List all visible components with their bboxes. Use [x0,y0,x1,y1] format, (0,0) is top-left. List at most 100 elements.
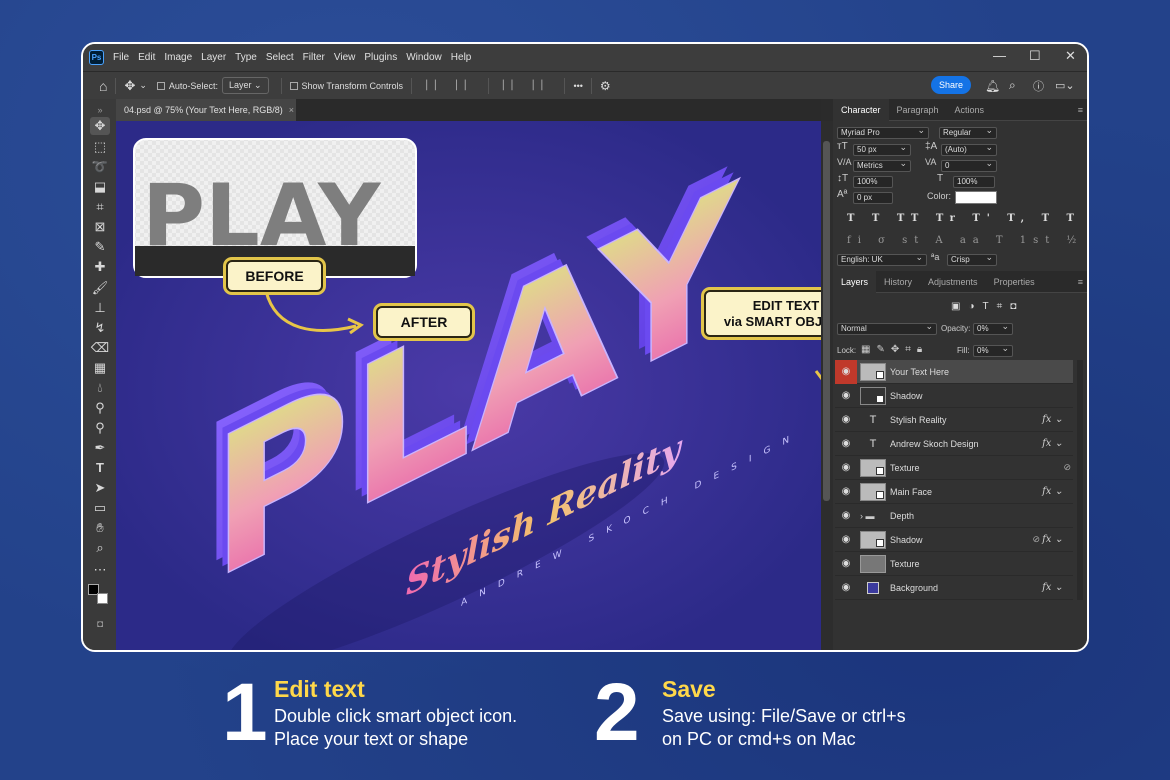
opentype-buttons[interactable]: fi σ st A aa T 1st ½ [847,235,1083,246]
tab-properties[interactable]: Properties [986,271,1043,293]
move-tool-icon[interactable]: ✥ [90,117,110,135]
panel-menu-icon[interactable]: ≡ [1078,105,1083,115]
layer-name[interactable]: Texture [890,559,1073,569]
healing-brush-icon[interactable]: ✚ [90,258,110,276]
eraser-tool-icon[interactable]: ⌫ [90,339,110,357]
fill-field[interactable]: 0% [973,343,1013,357]
stamp-tool-icon[interactable]: ⊥ [90,299,110,317]
visibility-eye-icon[interactable]: ◉ [835,438,857,449]
layer-name[interactable]: Shadow [890,391,1073,401]
layer-filter-icons[interactable]: ▣◑T⌗◘ [951,301,1024,312]
lasso-tool-icon[interactable]: ➰ [90,158,110,176]
tab-paragraph[interactable]: Paragraph [889,99,947,121]
sponge-tool-icon[interactable]: ⚲ [90,419,110,437]
minimize-button[interactable]: — [993,48,1006,63]
auto-select-dropdown[interactable]: Layer ⌄ [221,77,269,94]
layer-name[interactable]: Your Text Here [890,367,1073,377]
crop-tool-icon[interactable]: ⌗ [90,198,110,216]
layer-name[interactable]: Andrew Skoch Design [890,439,1042,449]
zoom-tool-icon[interactable]: ⌕ [90,539,110,557]
layer-row[interactable]: ◉ Background fx ⌄ [835,576,1073,600]
layer-row[interactable]: ◉ Your Text Here [835,359,1073,384]
layer-effects-icon[interactable]: fx ⌄ [1042,582,1063,593]
menu-file[interactable]: File [113,52,129,63]
visibility-eye-icon[interactable]: ◉ [835,558,857,569]
font-size-field[interactable]: 50 px [853,142,911,156]
auto-select-checkbox[interactable] [156,81,169,91]
layer-effects-icon[interactable]: fx ⌄ [1042,534,1063,545]
help-icon[interactable]: ⓘ [1033,78,1044,94]
tab-character[interactable]: Character [833,98,889,121]
layer-effects-icon[interactable]: fx ⌄ [1042,438,1063,449]
frame-tool-icon[interactable]: ⊠ [90,218,110,236]
visibility-eye-icon[interactable]: ◉ [835,582,857,593]
style-buttons[interactable]: T T TT Tr T' T, T T [847,213,1081,224]
menu-image[interactable]: Image [164,52,192,63]
horizontal-scale-field[interactable]: 100% [953,176,995,188]
brush-tool-icon[interactable]: 🖌︎ [90,279,110,297]
marquee-tool-icon[interactable]: ⬚ [90,138,110,156]
search-icon[interactable]: ⌕ [1009,78,1016,93]
document-canvas[interactable]: PLAY PLAY PLAY Stylish Reality ANDREW SK… [116,121,821,650]
opacity-field[interactable]: 0% [973,321,1013,335]
close-window-button[interactable]: ✕ [1065,48,1076,64]
baseline-shift-field[interactable]: 0 px [853,192,893,204]
layer-row[interactable]: ◉ Texture ⊘ [835,456,1073,480]
quick-mask-icon[interactable]: ◘ [90,616,110,634]
close-tab-icon[interactable]: × [289,105,294,115]
show-transform-checkbox[interactable] [289,81,302,91]
more-options-icon[interactable]: ••• [573,81,582,91]
visibility-eye-icon[interactable]: ◉ [835,462,857,473]
layer-row[interactable]: ◉ T Andrew Skoch Design fx ⌄ [835,432,1073,456]
path-select-icon[interactable]: ➤ [90,479,110,497]
menu-window[interactable]: Window [406,52,442,63]
eyedropper-icon[interactable]: ✎ [90,238,110,256]
layer-name[interactable]: Main Face [890,487,1042,497]
visibility-eye-icon[interactable]: ◉ [835,414,857,425]
object-select-icon[interactable]: ⬓ [90,178,110,196]
menu-type[interactable]: Type [235,52,257,63]
layer-row[interactable]: ◉ Main Face fx ⌄ [835,480,1073,504]
tab-adjustments[interactable]: Adjustments [920,271,986,293]
show-transform-label[interactable]: Show Transform Controls [302,81,404,91]
maximize-button[interactable]: ☐ [1029,48,1041,64]
workspace-icon[interactable]: ▭⌄ [1055,79,1075,92]
tab-history[interactable]: History [876,271,920,293]
visibility-eye-icon[interactable]: ◉ [835,390,857,401]
visibility-eye-icon[interactable]: ◉ [835,510,857,521]
layer-row[interactable]: ◉ Texture [835,552,1073,576]
menu-layer[interactable]: Layer [201,52,226,63]
layer-name[interactable]: Background [890,583,1042,593]
dodge-tool-icon[interactable]: ⚲ [90,399,110,417]
scrollbar-thumb[interactable] [823,141,830,501]
align-icons[interactable]: ▕▏▕▏ [420,80,480,91]
kerning-field[interactable]: Metrics [853,158,911,172]
background-color-swatch[interactable] [97,593,108,604]
layer-effects-icon[interactable]: fx ⌄ [1042,414,1063,425]
font-family-dropdown[interactable]: Myriad Pro [837,125,929,139]
layer-row[interactable]: ◉ Shadow ⊘ fx ⌄ [835,528,1073,552]
menu-filter[interactable]: Filter [303,52,325,63]
home-icon[interactable]: ⌂ [99,78,107,94]
tracking-field[interactable]: 0 [941,158,997,172]
move-tool-icon[interactable]: ✥ [124,78,135,94]
language-dropdown[interactable]: English: UK [837,252,927,266]
text-color-swatch[interactable] [955,191,997,204]
menu-select[interactable]: Select [266,52,294,63]
share-button[interactable]: Share [931,76,971,94]
distribute-icons[interactable]: ▕▏▕▏ [497,80,557,91]
layer-name[interactable]: Stylish Reality [890,415,1042,425]
layers-menu-icon[interactable]: ≡ [1078,277,1083,287]
document-tab[interactable]: 04.psd @ 75% (Your Text Here, RGB/8) × [116,99,296,121]
smart-object-icon[interactable] [860,362,886,381]
layer-row[interactable]: ◉ › ▬ Depth [835,504,1073,528]
font-style-dropdown[interactable]: Regular [939,125,997,139]
type-tool-icon[interactable]: T [90,459,110,477]
blend-mode-dropdown[interactable]: Normal [837,321,937,335]
blur-tool-icon[interactable]: 💧︎ [90,379,110,397]
hand-tool-icon[interactable]: ✋︎ [90,519,110,537]
lock-icons[interactable]: ▦✎✥⌗🔒︎ [861,344,928,355]
layer-effects-icon[interactable]: fx ⌄ [1042,486,1063,497]
rectangle-tool-icon[interactable]: ▭ [90,499,110,517]
canvas-scrollbar[interactable] [821,121,833,650]
